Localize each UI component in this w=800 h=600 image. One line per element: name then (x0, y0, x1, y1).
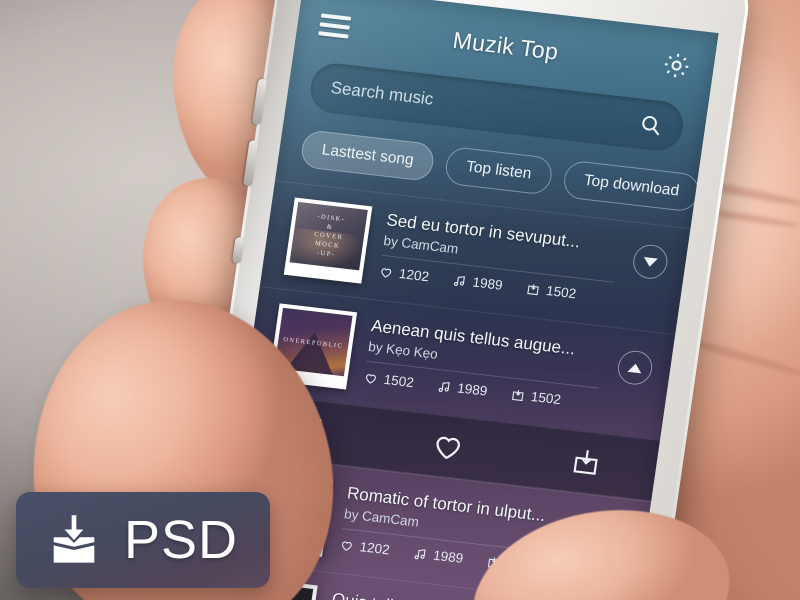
stat-plays: 1989 (452, 273, 504, 294)
album-art-text: -DISK- & COVER MOCK -UP- (290, 202, 368, 270)
album-art: -DISK- & COVER MOCK -UP- (283, 197, 373, 284)
psd-badge: PSD (16, 492, 270, 588)
stat-value: 1502 (529, 389, 562, 408)
gear-icon[interactable] (660, 49, 694, 82)
stat-likes: 1202 (339, 537, 391, 558)
stat-value: 1202 (397, 266, 430, 285)
page-title: Muzik Top (451, 26, 561, 65)
heart-icon (366, 374, 376, 384)
art-line: & (326, 223, 334, 232)
stat-downloads: 1502 (525, 281, 577, 302)
filter-lasttest-song[interactable]: Lasttest song (299, 129, 437, 182)
download-box-icon (46, 512, 102, 568)
stat-plays: 1989 (412, 546, 465, 567)
stat-value: 1502 (382, 372, 415, 391)
hamburger-icon[interactable] (318, 13, 352, 39)
chevron-up-icon[interactable] (615, 348, 655, 387)
heart-icon (341, 541, 352, 551)
chevron-down-icon[interactable] (631, 242, 670, 281)
music-note-icon (453, 276, 466, 286)
stat-likes: 1202 (378, 264, 430, 285)
stat-value: 1989 (432, 548, 465, 567)
stat-value: 1989 (471, 274, 504, 294)
stat-value: 1989 (456, 380, 489, 400)
download-icon (573, 450, 599, 475)
filter-top-download[interactable]: Top download (561, 159, 702, 213)
download-button[interactable] (515, 440, 658, 486)
psd-label: PSD (124, 510, 239, 570)
heart-icon (381, 268, 392, 278)
stat-plays: 1989 (436, 379, 489, 400)
song-info: Sed eu tortor in sevuput... by CamCam 12… (378, 208, 621, 306)
art-line: MOCK (314, 240, 341, 250)
music-note-icon (438, 381, 450, 392)
heart-icon (436, 436, 460, 460)
art-line: -UP- (316, 249, 336, 259)
favorite-button[interactable] (376, 423, 519, 471)
art-line: -DISK- (316, 213, 346, 224)
filter-top-listen[interactable]: Top listen (443, 145, 554, 196)
stat-value: 1202 (358, 539, 391, 558)
download-icon (527, 284, 539, 296)
song-info: Aenean quis tellus augue... by Kẹo Kẹo 1… (363, 314, 606, 412)
stat-downloads: 1502 (510, 387, 562, 408)
music-note-icon (414, 549, 426, 560)
stat-value: 1502 (545, 283, 578, 302)
search-icon[interactable] (637, 112, 664, 139)
album-art-text: ONEREPUBLIC (282, 336, 344, 350)
download-icon (512, 390, 524, 402)
stat-likes: 1502 (363, 370, 415, 391)
